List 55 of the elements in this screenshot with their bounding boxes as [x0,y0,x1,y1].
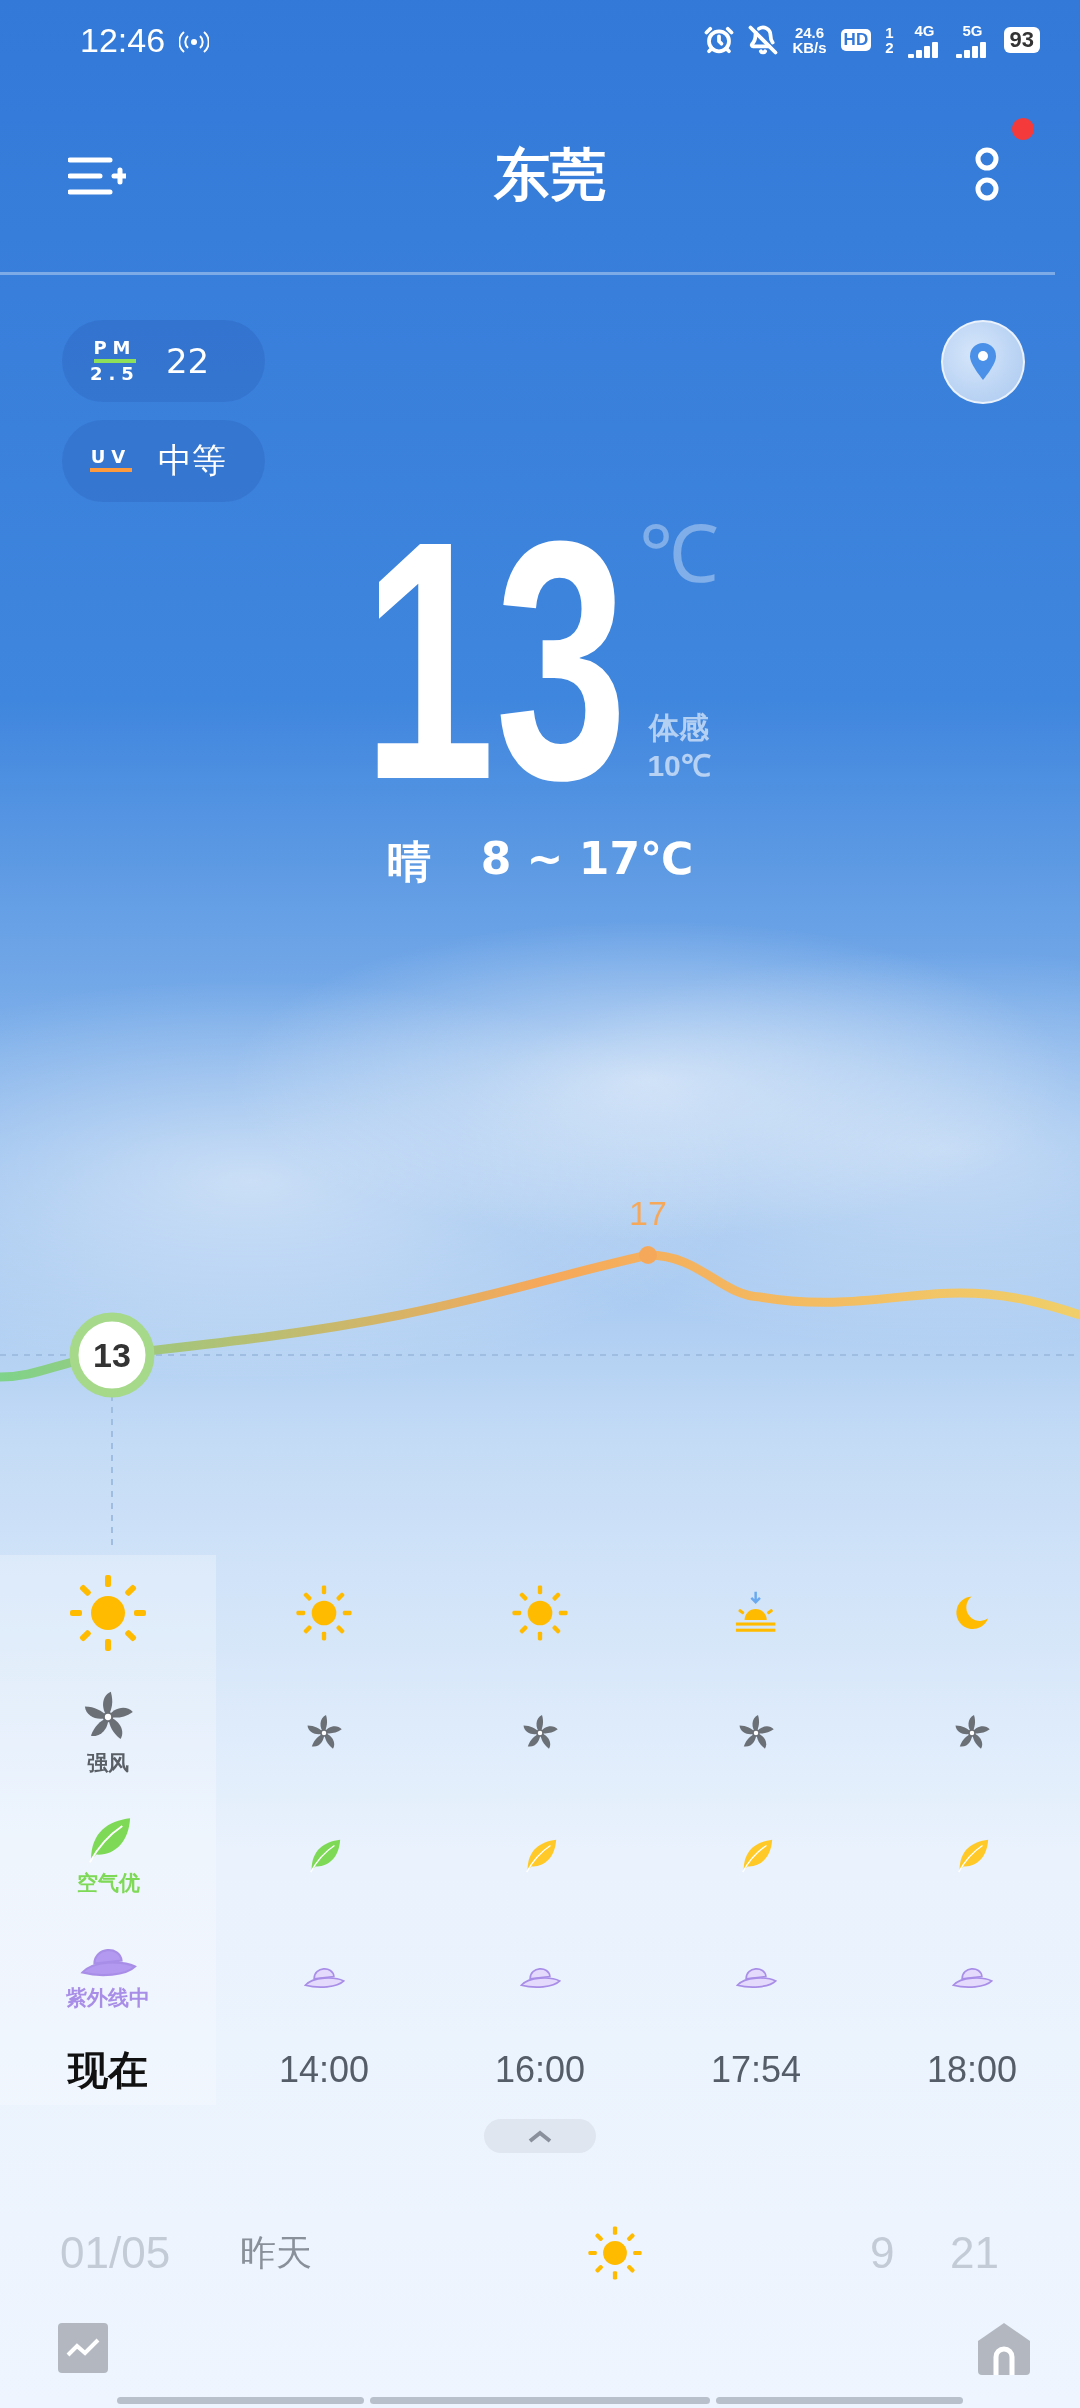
index-pill[interactable]: PM 2.5 22 [62,320,265,402]
peak-temperature: 17 [629,1194,667,1232]
sim-number: 2 [885,40,894,55]
bell-off-icon [748,25,779,55]
alarm-icon [704,25,735,55]
hour-time: 14:00 [278,2049,370,2091]
add-city-icon[interactable] [68,156,126,196]
battery-level: 93 [1003,27,1040,53]
sun-icon [68,1572,148,1653]
sun-icon [587,2225,643,2281]
index-pill[interactable]: UV 中等 [62,420,265,502]
sun-icon [511,1583,569,1642]
clock: 12:46 [80,20,166,60]
air-quality-label: 空气优 [76,1870,140,1897]
more-icon[interactable] [974,146,1000,202]
chevron-up-icon [527,2129,553,2143]
sim-number: 1 [885,25,894,40]
home-icon[interactable] [978,2323,1030,2375]
network-unit: KB/s [792,40,827,55]
wind-label: 强风 [87,1749,129,1777]
current-temperature: 13 [362,515,628,805]
weather-condition: 晴 [386,835,431,889]
temperature-range: 8 ~ 17℃ [480,833,694,886]
trend-chart-icon[interactable] [58,2323,108,2373]
sun-icon [295,1583,353,1642]
index-label: PM [93,339,137,357]
uv-label: 紫外线中 [66,1985,150,2012]
hd-badge: HD [840,29,872,51]
index-value: 22 [165,341,210,381]
hour-time: 现在 [68,2046,148,2094]
expand-handle[interactable] [484,2119,596,2153]
hour-column[interactable]: 18:00 [864,1555,1080,2105]
hour-column[interactable]: 16:00 [432,1555,648,2105]
current-marker-temperature: 13 [93,1336,131,1374]
day-name: 昨天 [240,2230,313,2275]
navigation-bar-segment[interactable] [716,2397,963,2404]
navigation-bar-segment[interactable] [117,2397,364,2404]
network-speed: 24.6 [794,25,825,40]
navigation-bar-segment[interactable] [370,2397,710,2404]
hour-column[interactable]: 14:00 [216,1555,432,2105]
hour-time: 16:00 [494,2049,586,2091]
index-label: 2.5 [90,365,140,383]
city-title: 东莞 [493,141,607,209]
peak-dot [639,1246,657,1264]
index-value: 中等 [158,439,226,482]
temperature-unit: ℃ [639,515,720,595]
feels-like-value: 10℃ [647,748,711,784]
hour-time: 17:54 [710,2049,802,2091]
hour-column[interactable]: 强风 空气优 紫外线中 现在 [0,1555,216,2105]
network-type: 4G [914,22,935,38]
feels-like-label: 体感 [649,710,710,746]
hour-time: 18:00 [926,2049,1018,2091]
index-label: UV [90,448,132,466]
hour-column[interactable]: 17:54 [648,1555,864,2105]
network-type: 5G [962,22,983,38]
